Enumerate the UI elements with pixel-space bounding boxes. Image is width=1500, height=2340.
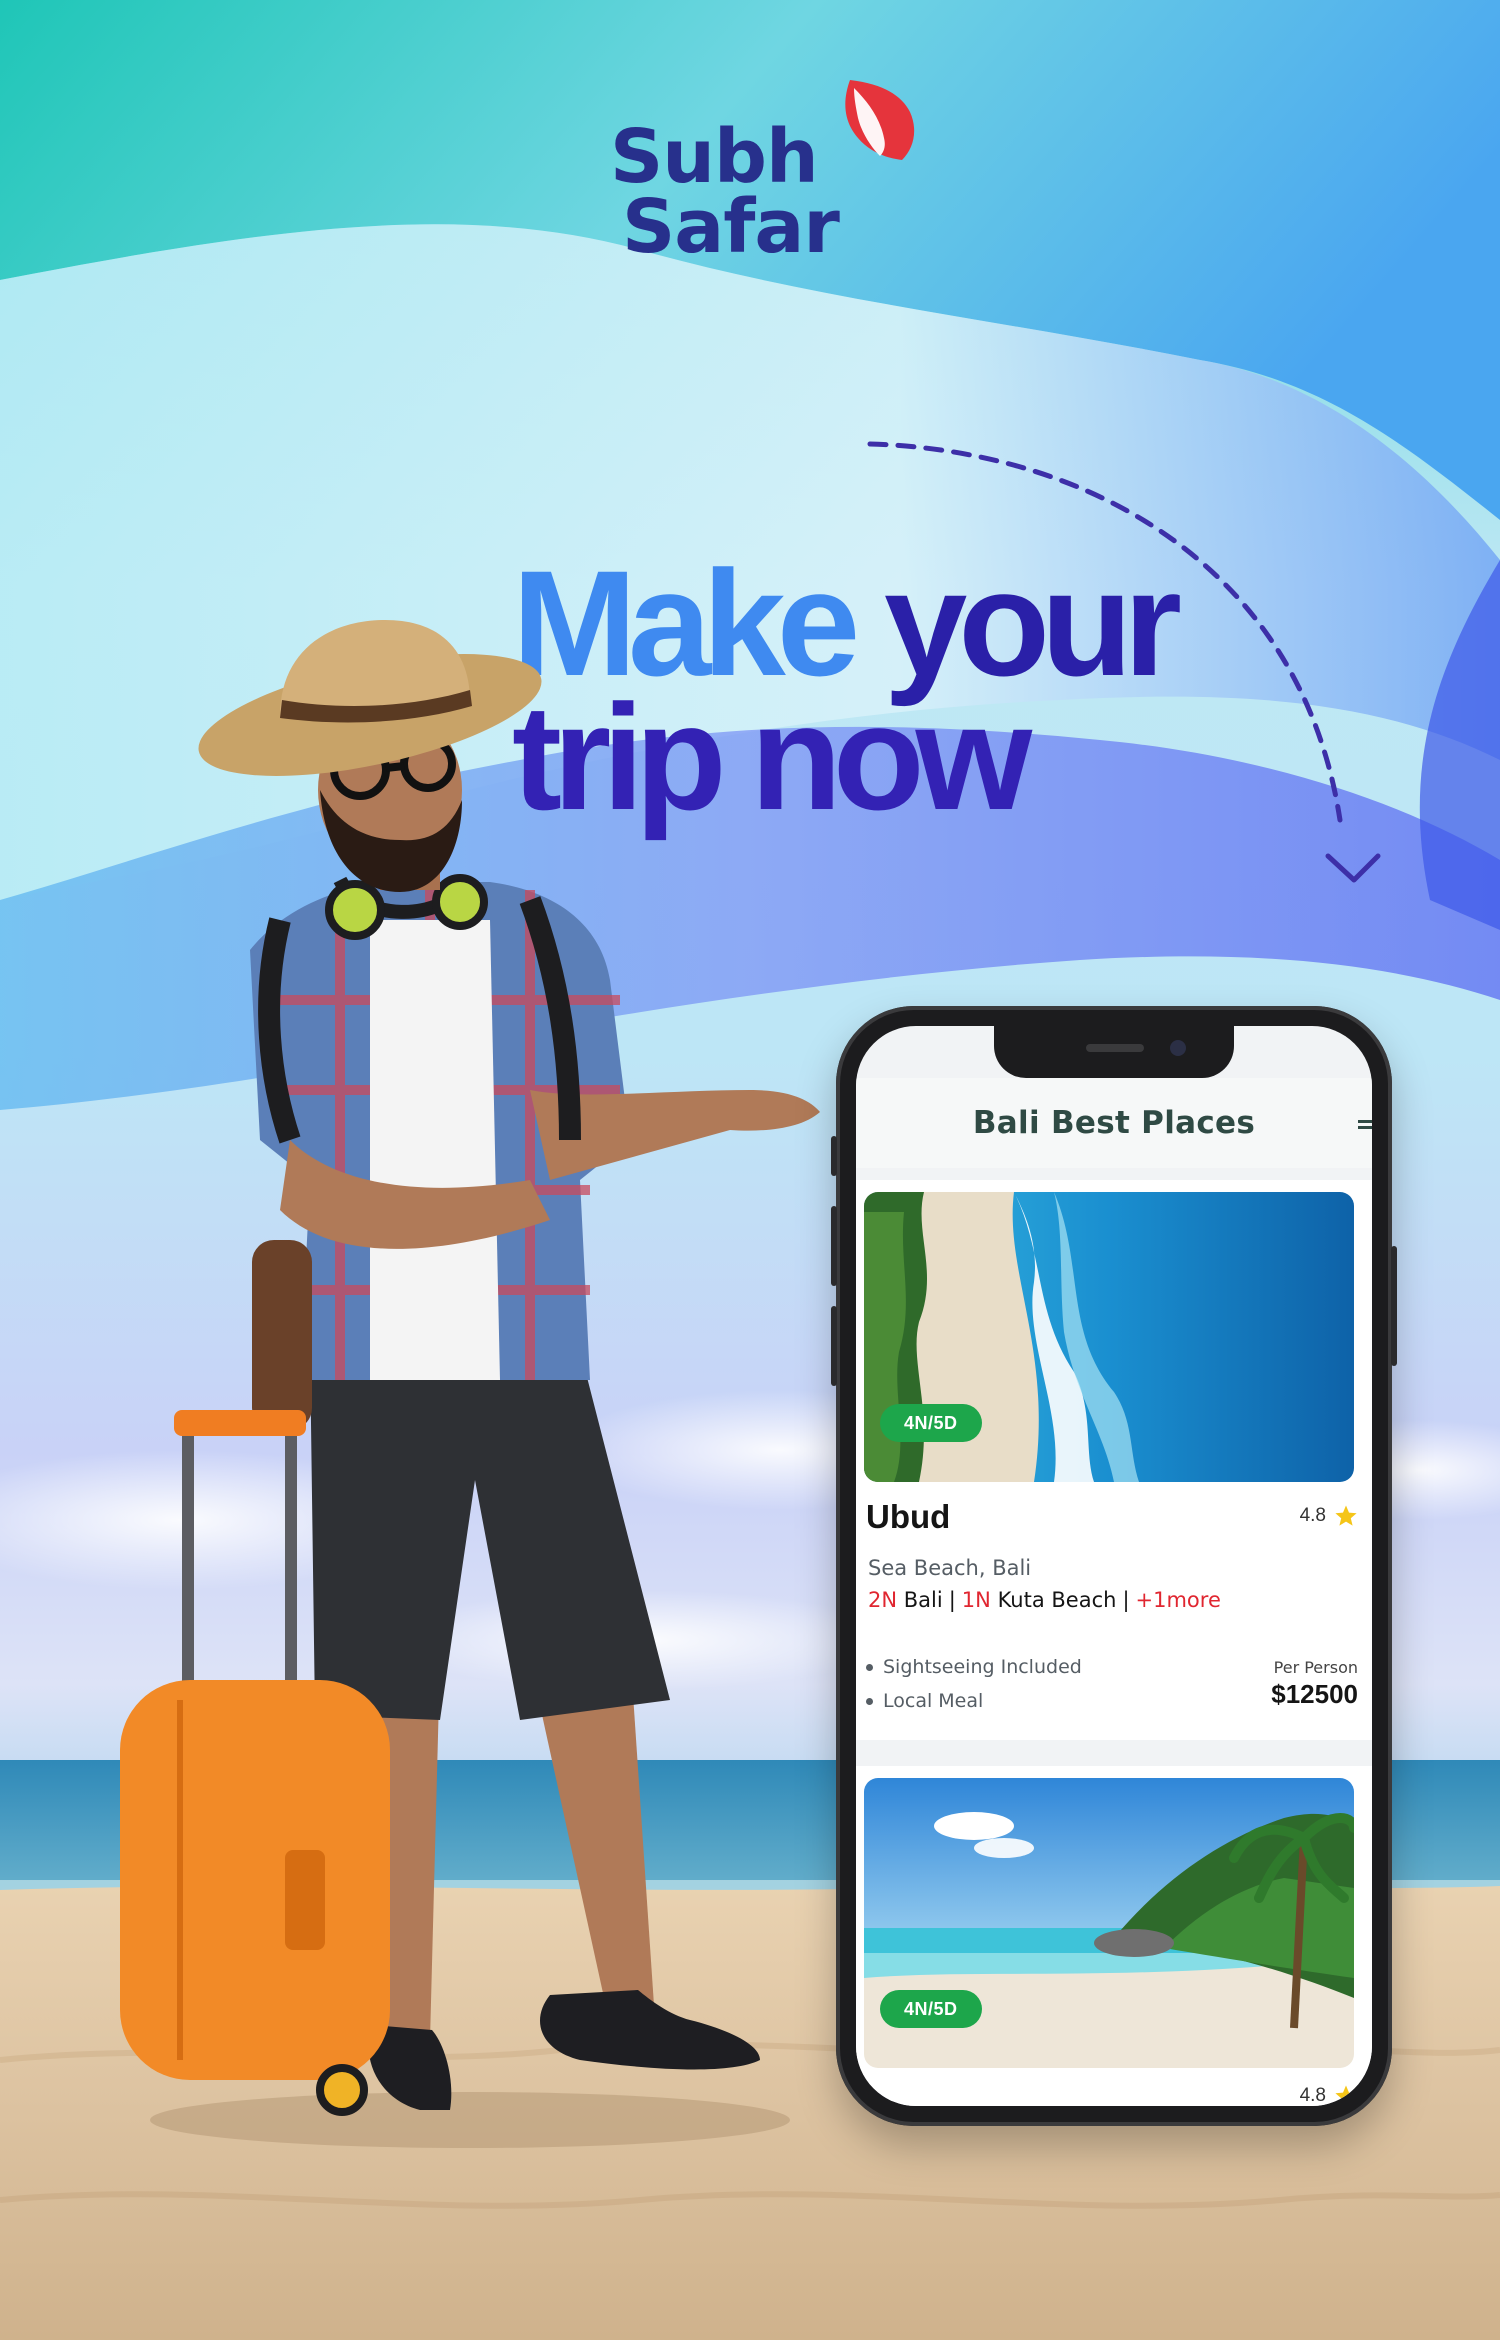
itinerary: 2N Bali | 1N Kuta Beach | +1more [868, 1588, 1221, 1612]
star-icon [1335, 2085, 1357, 2106]
tour-card-image[interactable]: 4N/5D [864, 1192, 1354, 1482]
rating-value: 4.8 [1299, 2085, 1326, 2106]
price-value: $12500 [1271, 1679, 1358, 1709]
ground-shadow [150, 2092, 790, 2148]
phone-side-button [1391, 1246, 1397, 1366]
itinerary-place-1: Bali [903, 1588, 943, 1612]
location: Sea Beach, Bali [868, 1556, 1032, 1580]
itinerary-place-2: Kuta Beach [997, 1588, 1117, 1612]
rating-value: 4.8 [1299, 1505, 1326, 1526]
menu-icon[interactable] [1358, 1118, 1372, 1134]
itinerary-separator: | [1122, 1588, 1130, 1612]
price-block: Per Person $12500 [1271, 1658, 1358, 1710]
brand-bird-icon [845, 80, 915, 160]
camera-icon [1170, 1040, 1186, 1056]
phone-side-button [831, 1136, 837, 1176]
place-name[interactable]: Ubud [866, 1498, 950, 1536]
phone-side-button [831, 1206, 837, 1286]
shorts [310, 1350, 670, 1720]
price-label: Per Person [1273, 1658, 1358, 1677]
itinerary-nights-1: 2N [868, 1588, 898, 1612]
itinerary-separator: | [948, 1588, 956, 1612]
phone-notch [994, 1026, 1234, 1078]
itinerary-nights-2: 1N [961, 1588, 991, 1612]
tour-card-image[interactable]: 4N/5D [864, 1778, 1354, 2068]
phone-mockup: Bali Best Places 4N/5D Ubud 4.8 Sea Beac… [831, 1006, 1397, 2126]
duration-badge: 4N/5D [880, 1990, 982, 2028]
star-icon [1335, 1505, 1357, 1526]
brand-logo[interactable]: Subh Safar [610, 78, 920, 278]
traveler-illustration [120, 620, 820, 2148]
features-list: Sightseeing Included Local Meal [866, 1650, 1082, 1718]
phone-side-button [831, 1306, 837, 1386]
tour-card[interactable]: 4N/5D 4.8 [856, 1766, 1372, 2106]
phone-screen: Bali Best Places 4N/5D Ubud 4.8 Sea Beac… [856, 1026, 1372, 2106]
right-shoe [540, 1990, 760, 2070]
tour-card[interactable]: 4N/5D Ubud 4.8 Sea Beach, Bali 2N Bali | 1… [856, 1180, 1372, 1740]
rating: 4.8 [1300, 2084, 1358, 2106]
feature-item: Local Meal [866, 1684, 1082, 1718]
more-link[interactable]: +1more [1136, 1588, 1221, 1612]
app-title: Bali Best Places [972, 1105, 1256, 1141]
brand-name-line2: Safar [622, 184, 840, 270]
rating: 4.8 [1300, 1504, 1358, 1528]
feature-item: Sightseeing Included [866, 1650, 1082, 1684]
brand-name: Subh Safar [610, 114, 840, 270]
speaker [1086, 1044, 1144, 1052]
duration-badge: 4N/5D [880, 1404, 982, 1442]
brand-name-line1: Subh [610, 114, 819, 200]
canteen [252, 1240, 312, 1430]
t-shirt [370, 920, 500, 1380]
app-header: Bali Best Places [856, 1078, 1372, 1168]
